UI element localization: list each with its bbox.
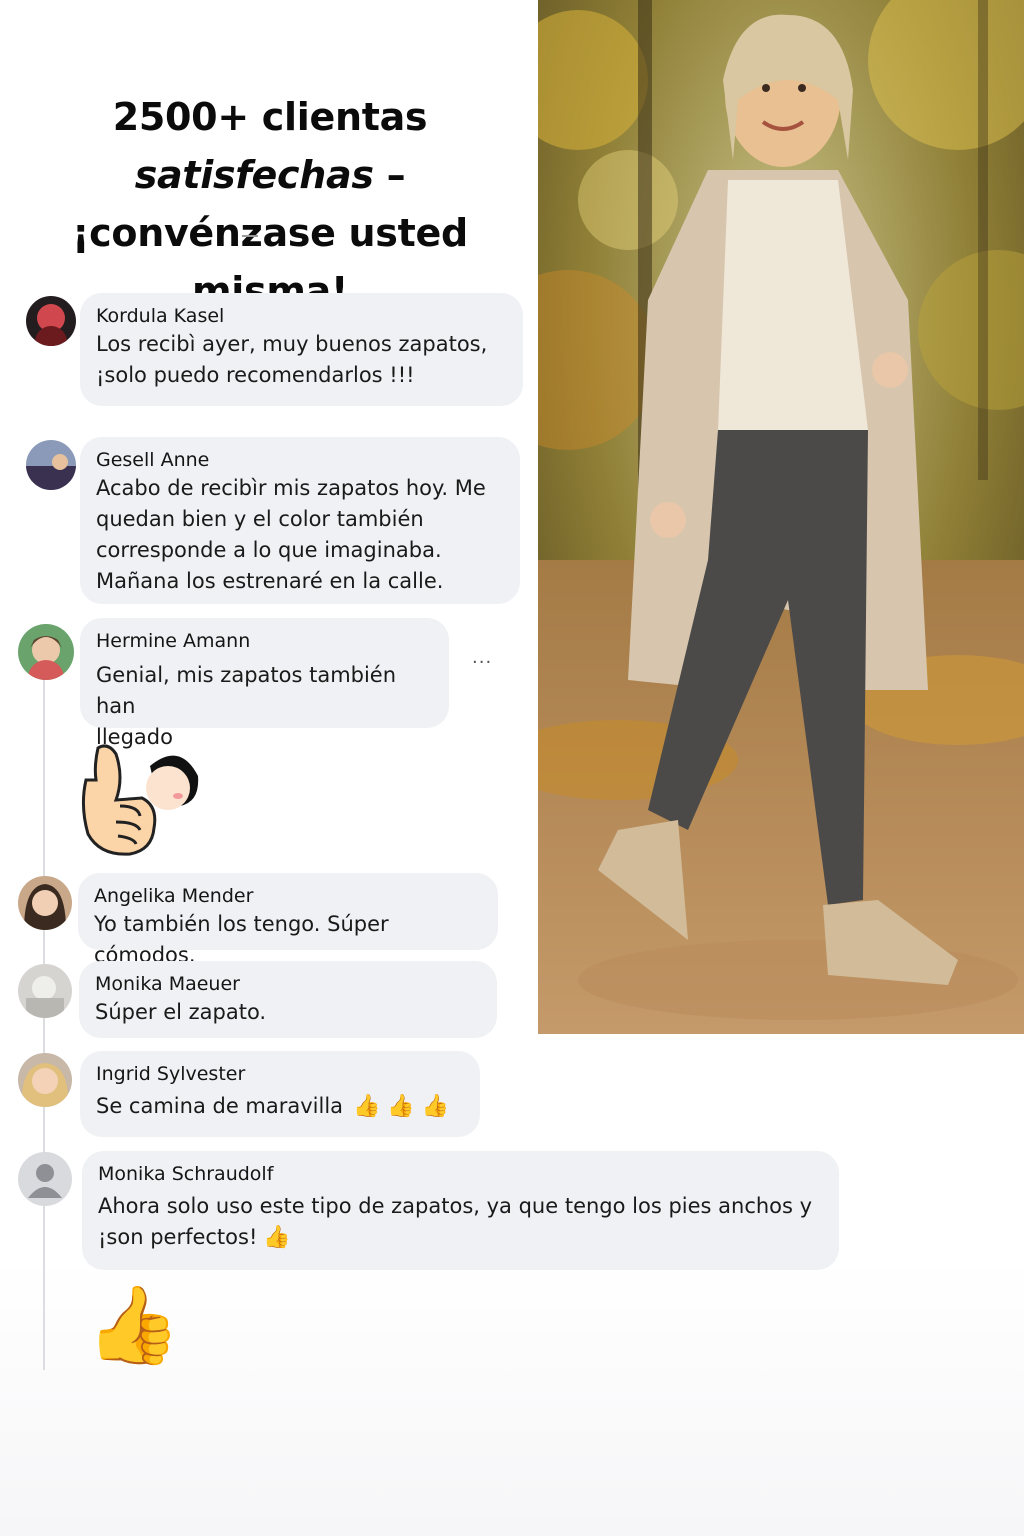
big-thumbs-up-icon: 👍 (86, 1280, 181, 1369)
headline-emphasis: satisfechas (134, 153, 374, 197)
comment-author[interactable]: Ingrid Sylvester (96, 1061, 464, 1087)
comment-bubble: Gesell Anne Acabo de recibìr mis zapatos… (80, 437, 520, 604)
comment-text: ¡son perfectos! (98, 1225, 258, 1249)
comment-author[interactable]: Kordula Kasel (96, 303, 507, 329)
comment-text: Genial, mis zapatos también han (96, 663, 397, 718)
comment-bubble: Angelika Mender Yo también los tengo. Sú… (78, 873, 498, 967)
comment-text: Acabo de recibìr mis zapatos hoy. Me (96, 476, 486, 500)
comment-text: Se camina de maravilla (96, 1094, 344, 1118)
comment-text: ¡solo puedo recomendarlos !!! (96, 363, 415, 387)
comment-text: quedan bien y el color también (96, 507, 424, 531)
page-headline: 2500+ clientas satisfechas – ¡convénzase… (0, 88, 540, 320)
more-options-icon[interactable]: ··· (472, 652, 492, 673)
headline-text: 2500+ clientas (112, 95, 428, 139)
comment-bubble: Ingrid Sylvester Se camina de maravilla 👍… (80, 1051, 480, 1137)
thumbs-up-emoji: 👍 (263, 1225, 291, 1250)
divider (242, 235, 258, 237)
comment-author[interactable]: Angelika Mender (94, 883, 482, 909)
avatar[interactable] (18, 964, 72, 1018)
comment-text: Súper el zapato. (95, 1000, 267, 1024)
headline-dash: – (373, 153, 406, 197)
avatar[interactable] (18, 624, 74, 680)
avatar[interactable] (18, 1053, 72, 1107)
comment-author[interactable]: Monika Schraudolf (98, 1161, 823, 1187)
avatar[interactable] (18, 876, 72, 930)
comment-bubble: Monika Schraudolf Ahora solo uso este ti… (82, 1151, 839, 1270)
default-avatar-icon[interactable] (18, 1152, 72, 1206)
comment-author[interactable]: Gesell Anne (96, 447, 504, 473)
woman-walking-photo (538, 0, 1024, 1034)
comment-bubble: Kordula Kasel Los recibì ayer, muy bueno… (80, 293, 523, 406)
comment-bubble: Monika Maeuer Súper el zapato. (79, 961, 497, 1038)
comment-text: Mañana los estrenaré en la calle. (96, 569, 444, 593)
comment-text: Ahora solo uso este tipo de zapatos, ya … (98, 1194, 813, 1218)
thumbs-up-emoji: 👍 👍 👍 (353, 1094, 450, 1119)
avatar[interactable] (26, 440, 76, 490)
headline-line-1: 2500+ clientas satisfechas – (0, 88, 540, 204)
thread-line (43, 680, 45, 1370)
avatar[interactable] (26, 296, 76, 346)
comment-author[interactable]: Monika Maeuer (95, 971, 481, 997)
thumbs-up-sticker (80, 736, 202, 858)
comment-text: Los recibì ayer, muy buenos zapatos, (96, 332, 488, 356)
comment-text: corresponde a lo que imaginaba. (96, 538, 442, 562)
comment-author[interactable]: Hermine Amann (96, 628, 433, 654)
comment-bubble: Hermine Amann Genial, mis zapatos tambié… (80, 618, 449, 749)
